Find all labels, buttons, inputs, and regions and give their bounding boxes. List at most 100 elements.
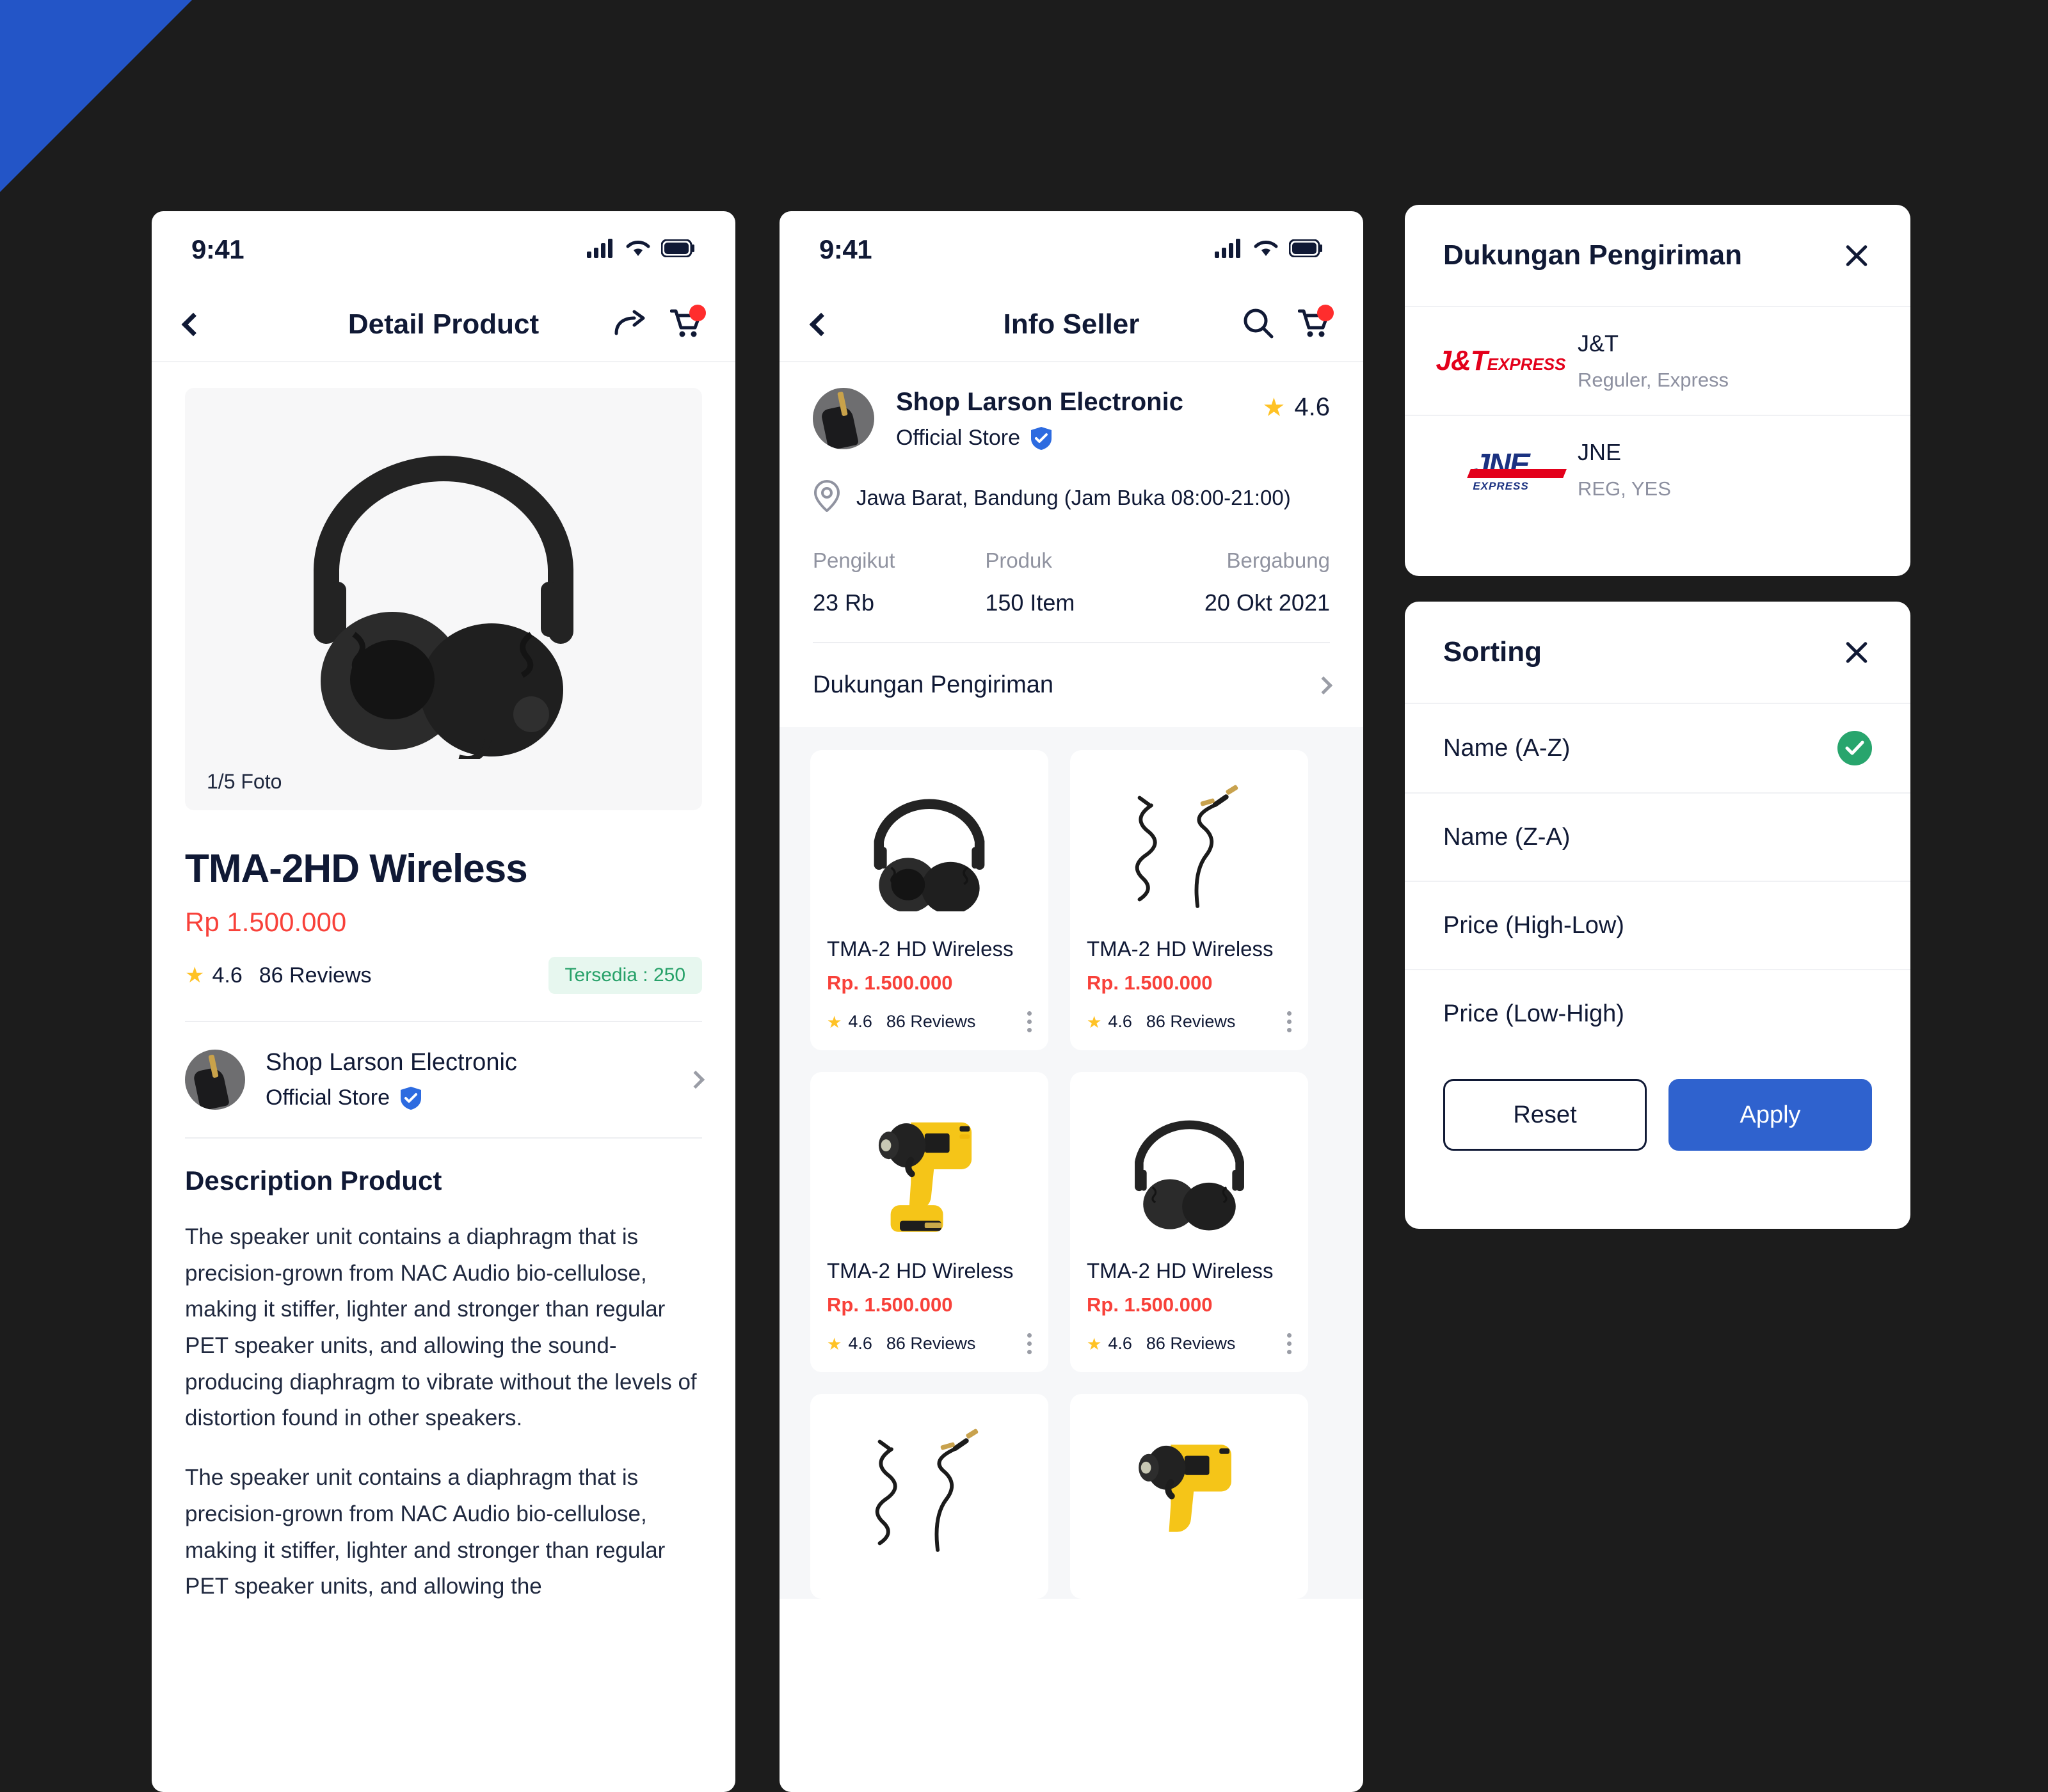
courier-row-jne[interactable]: JNE EXPRESS JNE REG, YES [1405,415,1910,524]
description-paragraph: The speaker unit contains a diaphragm th… [185,1224,697,1431]
star-icon: ★ [827,1334,842,1354]
shipping-support-modal: Dukungan Pengiriman J&TEXPRESS J&T Regul… [1405,205,1910,576]
seller-product-grid: TMA-2 HD Wireless Rp. 1.500.000 ★ 4.6 86… [780,727,1363,1599]
cart-badge [1317,304,1334,321]
stat-label: Pengikut [813,548,895,572]
sort-option-name-az[interactable]: Name (A-Z) [1405,704,1910,792]
modal-title: Dukungan Pengiriman [1443,239,1742,271]
product-card-image [1087,1089,1292,1250]
store-name: Shop Larson Electronic [266,1049,517,1076]
product-card[interactable] [1070,1394,1308,1599]
courier-services: REG, YES [1578,477,1671,500]
sort-option-price-high-low[interactable]: Price (High-Low) [1405,881,1910,969]
product-card-rating: 4.6 [848,1012,872,1031]
modal-header: Dukungan Pengiriman [1405,205,1910,307]
jne-express-logo: JNE EXPRESS [1443,447,1567,493]
drill-image [878,1122,972,1232]
product-card[interactable]: TMA-2 HD Wireless Rp. 1.500.000 ★ 4.6 86… [1070,1072,1308,1372]
sort-option-label: Price (Low-High) [1443,1000,1624,1027]
drill-image [1139,1444,1231,1532]
signal-bars-icon [1215,238,1243,261]
courier-services: Reguler, Express [1578,369,1729,391]
cart-button[interactable] [1297,304,1334,341]
chevron-left-icon [181,312,205,337]
product-card-price: Rp. 1.500.000 [1087,972,1213,994]
status-bar: 9:41 [152,211,735,288]
product-card-rating: 4.6 [1108,1334,1132,1353]
seller-nav-bar: Info Seller [780,288,1363,362]
sort-option-name-za[interactable]: Name (Z-A) [1405,792,1910,881]
kebab-menu-icon[interactable] [1287,1011,1292,1032]
divider [185,1137,702,1139]
kebab-menu-icon[interactable] [1027,1333,1032,1354]
check-circle-icon [1837,731,1872,765]
store-link-row[interactable]: Shop Larson Electronic Official Store [185,1049,705,1110]
jne-logo-sub: EXPRESS [1473,479,1529,492]
apply-button[interactable]: Apply [1668,1079,1872,1151]
status-time: 9:41 [191,234,244,264]
sort-option-label: Name (Z-A) [1443,823,1571,851]
product-gallery[interactable]: 1/5 Foto [185,388,702,810]
kebab-menu-icon[interactable] [1027,1011,1032,1032]
close-icon[interactable] [1841,637,1872,668]
courier-name: J&T [1578,330,1619,356]
seller-location-row: Jawa Barat, Bandung (Jam Buka 08:00-21:0… [813,479,1330,515]
decorative-corner-triangle [0,0,192,192]
jne-logo-swoosh [1467,468,1567,478]
seller-badge-label: Official Store [896,426,1021,450]
headphones-image [874,799,985,911]
rating-value: 4.6 [212,963,243,988]
photo-counter: 1/5 Foto [207,770,282,793]
product-card-name: TMA-2 HD Wireless [827,1259,1014,1283]
star-icon: ★ [185,963,205,988]
star-icon: ★ [1087,1334,1102,1354]
product-card-image [1087,767,1292,928]
product-card-rating: 4.6 [848,1334,872,1353]
chevron-right-icon [1314,676,1333,694]
product-card-reviews: 86 Reviews [1146,1334,1236,1353]
search-button[interactable] [1243,308,1274,342]
cable-image [1135,785,1238,908]
headphones-image [314,456,573,759]
seller-location: Jawa Barat, Bandung (Jam Buka 08:00-21:0… [856,485,1291,509]
stat-value: 20 Okt 2021 [1204,589,1330,616]
share-icon [614,310,645,335]
product-card[interactable]: TMA-2 HD Wireless Rp. 1.500.000 ★ 4.6 86… [1070,750,1308,1050]
sort-option-label: Name (A-Z) [1443,734,1571,762]
cart-button[interactable] [669,304,706,341]
share-button[interactable] [614,309,646,340]
battery-icon [660,239,696,260]
product-card-price: Rp. 1.500.000 [827,1293,953,1316]
seller-name: Shop Larson Electronic [896,388,1183,416]
stat-value: 23 Rb [813,589,875,616]
product-card-name: TMA-2 HD Wireless [1087,937,1274,961]
cart-badge [689,304,706,321]
product-card[interactable] [810,1394,1048,1599]
back-button[interactable] [809,312,833,337]
close-icon[interactable] [1841,240,1872,271]
detail-nav-bar: Detail Product [152,288,735,362]
back-button[interactable] [181,312,205,337]
shipping-support-row[interactable]: Dukungan Pengiriman [813,642,1333,727]
product-card-name: TMA-2 HD Wireless [827,937,1014,961]
shipping-support-label: Dukungan Pengiriman [813,671,1054,698]
status-time: 9:41 [819,234,872,264]
product-card-image [827,1089,1032,1250]
reset-button[interactable]: Reset [1443,1079,1647,1151]
sort-option-price-low-high[interactable]: Price (Low-High) [1405,969,1910,1057]
product-price: Rp 1.500.000 [185,907,347,937]
kebab-menu-icon[interactable] [1287,1333,1292,1354]
stat-products: Produk 150 Item [985,548,1157,616]
divider [185,1021,702,1022]
product-card[interactable]: TMA-2 HD Wireless Rp. 1.500.000 ★ 4.6 86… [810,750,1048,1050]
stat-label: Produk [985,548,1052,572]
courier-row-jnt[interactable]: J&TEXPRESS J&T Reguler, Express [1405,307,1910,415]
product-card[interactable]: TMA-2 HD Wireless Rp. 1.500.000 ★ 4.6 86… [810,1072,1048,1372]
battery-icon [1288,239,1324,260]
modal-header: Sorting [1405,602,1910,704]
phone-screen-info-seller: 9:41 Info Seller Shop Larson Electronic … [780,211,1363,1792]
seller-info-card: Shop Larson Electronic Official Store ★ … [780,362,1363,727]
jnt-logo-sub: EXPRESS [1487,355,1566,374]
star-icon: ★ [1262,393,1286,422]
sorting-actions: Reset Apply [1405,1057,1910,1151]
